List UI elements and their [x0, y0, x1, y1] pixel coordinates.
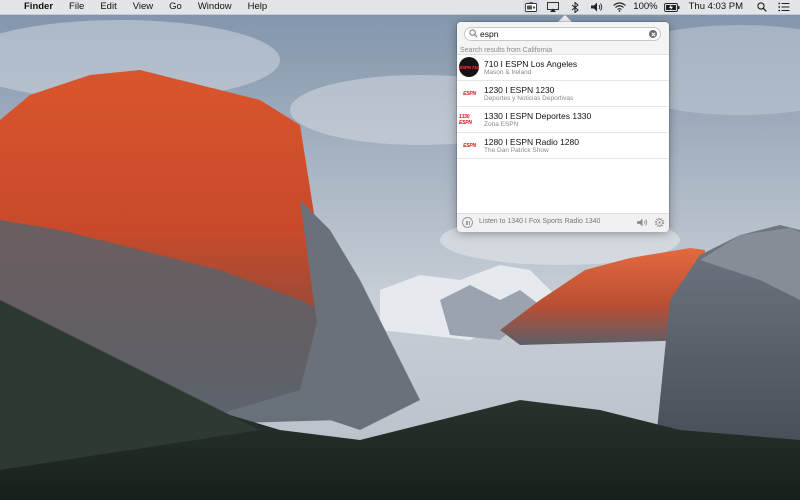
clear-search-icon[interactable] — [649, 30, 657, 38]
menu-bar: Finder File Edit View Go Window Help 100… — [0, 0, 800, 15]
station-logo: 1330 ESPN — [459, 110, 480, 129]
menu-file[interactable]: File — [61, 0, 92, 14]
station-logo-text: ESPN — [463, 90, 476, 97]
station-logo: ESPN — [459, 136, 480, 155]
station-logo-text: ESPN 710 — [459, 64, 479, 70]
volume-icon[interactable] — [637, 218, 648, 227]
result-row[interactable]: ESPN 1230 I ESPN 1230 Deportes y Noticia… — [457, 81, 669, 107]
station-logo: ESPN — [459, 84, 480, 103]
station-subtitle: The Dan Patrick Show — [484, 147, 549, 154]
result-row[interactable]: 1330 ESPN 1330 I ESPN Deportes 1330 Zona… — [457, 107, 669, 133]
popover-arrow — [558, 15, 572, 22]
menu-view[interactable]: View — [125, 0, 161, 14]
menu-edit[interactable]: Edit — [92, 0, 124, 14]
menu-window[interactable]: Window — [190, 0, 240, 14]
station-logo: ESPN 710 — [459, 57, 479, 77]
battery-icon[interactable] — [663, 0, 680, 14]
station-title: 710 I ESPN Los Angeles — [484, 59, 578, 69]
results-header: Search results from California — [457, 46, 669, 55]
now-playing-text: Listen to 1340 I Fox Sports Radio 1340 — [479, 218, 601, 225]
app-menu-finder[interactable]: Finder — [16, 0, 61, 14]
search-input[interactable] — [480, 28, 640, 40]
station-title: 1280 I ESPN Radio 1280 — [484, 137, 579, 147]
menu-go[interactable]: Go — [161, 0, 190, 14]
results-list: ESPN 710 710 I ESPN Los Angeles Mason & … — [457, 55, 669, 159]
result-row[interactable]: ESPN 1280 I ESPN Radio 1280 The Dan Patr… — [457, 133, 669, 159]
pause-icon[interactable] — [462, 217, 473, 228]
radio-icon[interactable] — [523, 0, 540, 14]
wifi-icon[interactable] — [611, 0, 627, 14]
bluetooth-icon[interactable] — [567, 0, 583, 14]
menubar-clock[interactable]: Thu 4:03 PM — [689, 0, 743, 14]
wallpaper-landscape — [0, 0, 800, 500]
search-bar — [457, 22, 669, 46]
desktop-wallpaper — [0, 0, 800, 500]
volume-icon[interactable] — [589, 0, 605, 14]
gear-icon[interactable] — [654, 217, 665, 228]
radio-popover: Search results from California ESPN 710 … — [457, 22, 669, 232]
notification-center-icon[interactable] — [776, 0, 792, 14]
battery-percent[interactable]: 100% — [633, 0, 657, 14]
station-logo-text: 1330 ESPN — [459, 113, 472, 126]
station-title: 1330 I ESPN Deportes 1330 — [484, 111, 592, 121]
menu-help[interactable]: Help — [240, 0, 276, 14]
now-playing-bar: Listen to 1340 I Fox Sports Radio 1340 — [457, 213, 669, 232]
airplay-icon[interactable] — [545, 0, 561, 14]
search-icon — [469, 29, 478, 38]
station-title: 1230 I ESPN 1230 — [484, 85, 555, 95]
station-subtitle: Deportes y Noticias Deportivas — [484, 95, 574, 102]
result-row[interactable]: ESPN 710 710 I ESPN Los Angeles Mason & … — [457, 55, 669, 81]
station-subtitle: Zona ESPN — [484, 121, 519, 128]
search-field[interactable] — [464, 27, 661, 41]
station-logo-text: ESPN — [463, 142, 476, 149]
spotlight-icon[interactable] — [754, 0, 770, 14]
station-subtitle: Mason & Ireland — [484, 69, 532, 76]
